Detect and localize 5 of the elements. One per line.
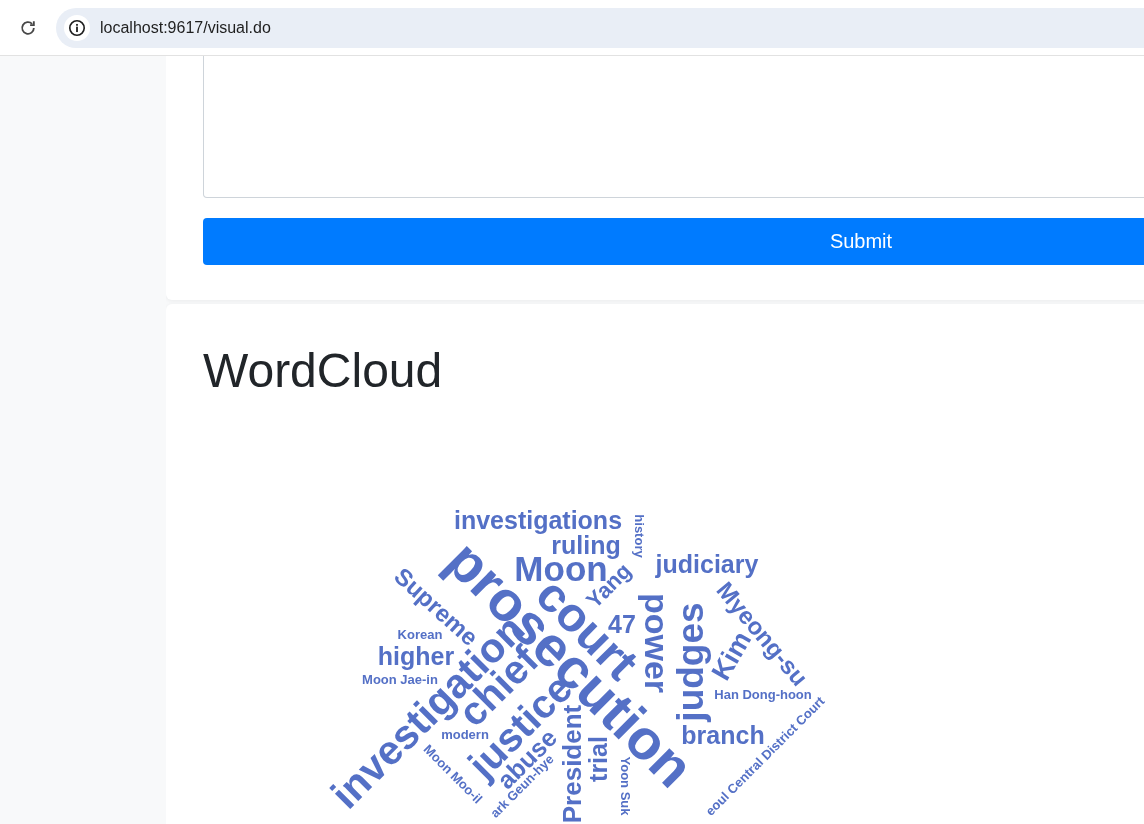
info-icon[interactable] [64, 14, 90, 41]
submit-button[interactable]: Submit [203, 218, 1144, 265]
address-bar[interactable]: localhost:9617/visual.do [56, 7, 1144, 48]
wordcloud-title: WordCloud [203, 343, 444, 399]
url-text: localhost:9617/visual.do [100, 18, 271, 37]
